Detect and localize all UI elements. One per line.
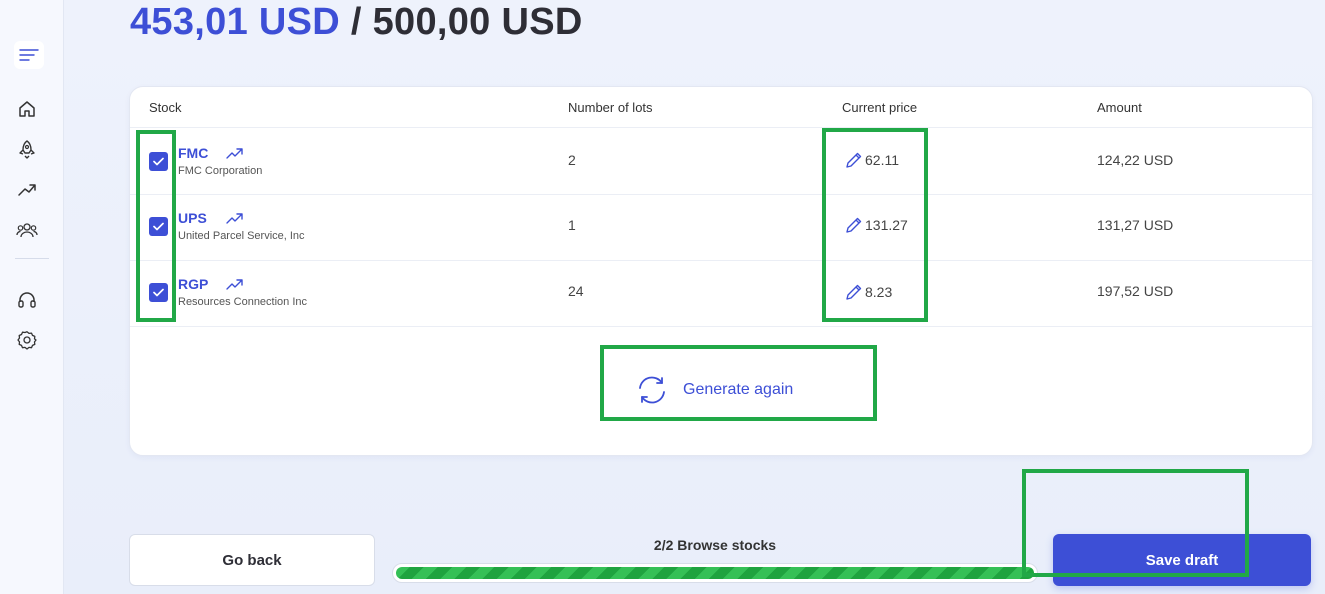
header-price: Current price <box>842 100 918 115</box>
price-editor[interactable]: 8.23 <box>844 282 892 302</box>
amount-value: 197,52 USD <box>1097 283 1174 299</box>
header-stock: Stock <box>149 100 182 115</box>
progress-bar <box>392 563 1038 583</box>
company-name: Resources Connection Inc <box>178 296 308 308</box>
rocket-icon[interactable] <box>15 137 39 161</box>
lots-value: 1 <box>568 217 576 233</box>
header-amount: Amount <box>1097 100 1142 115</box>
row-checkbox[interactable] <box>149 283 168 302</box>
headset-icon[interactable] <box>15 288 39 312</box>
generate-again-button[interactable]: Generate again <box>635 376 815 404</box>
progress-fill <box>396 567 1034 579</box>
trending-up-icon <box>226 146 244 164</box>
budget-separator: / <box>350 1 362 43</box>
budget-total: 500,00 USD <box>372 1 583 43</box>
row-checkbox[interactable] <box>149 217 168 236</box>
budget-summary: 453,01 USD / 500,00 USD <box>130 0 583 44</box>
lots-value: 2 <box>568 152 576 168</box>
progress-label: 2/2 Browse stocks <box>653 537 777 553</box>
stocks-table-card: Stock Number of lots Current price Amoun… <box>129 86 1313 456</box>
menu-icon[interactable] <box>14 41 44 69</box>
sidebar-divider <box>15 258 49 259</box>
trending-up-icon[interactable] <box>15 177 39 201</box>
go-back-button[interactable]: Go back <box>129 534 375 586</box>
amount-value: 131,27 USD <box>1097 217 1174 233</box>
pencil-icon <box>846 152 862 168</box>
table-row: RGP Resources Connection Inc 24 8.23 197… <box>130 260 1312 327</box>
header-lots: Number of lots <box>568 100 653 115</box>
settings-icon[interactable] <box>15 328 39 352</box>
generate-again-label[interactable]: Generate again <box>683 381 793 399</box>
price-value[interactable]: 8.23 <box>865 284 892 300</box>
price-editor[interactable]: 131.27 <box>844 215 908 235</box>
budget-spent: 453,01 USD <box>130 1 341 43</box>
price-value[interactable]: 62.11 <box>865 152 899 168</box>
lots-value: 24 <box>568 283 584 299</box>
price-editor[interactable]: 62.11 <box>844 150 899 170</box>
pencil-icon <box>846 284 862 300</box>
stock-ticker[interactable]: RGP <box>178 276 208 292</box>
trending-up-icon <box>226 277 244 295</box>
amount-value: 124,22 USD <box>1097 152 1174 168</box>
pencil-icon <box>846 217 862 233</box>
price-value[interactable]: 131.27 <box>865 217 908 233</box>
row-checkbox[interactable] <box>149 152 168 171</box>
refresh-icon <box>639 376 665 404</box>
home-icon[interactable] <box>15 97 39 121</box>
stock-ticker[interactable]: FMC <box>178 145 208 161</box>
table-row: FMC FMC Corporation 2 62.11 124,22 USD <box>130 127 1312 195</box>
company-name: FMC Corporation <box>178 165 263 177</box>
table-row: UPS United Parcel Service, Inc 1 131.27 … <box>130 194 1312 261</box>
trending-up-icon <box>226 211 244 229</box>
save-draft-button[interactable]: Save draft <box>1053 534 1311 586</box>
users-icon[interactable] <box>15 218 39 242</box>
sidebar <box>0 0 64 594</box>
stock-ticker[interactable]: UPS <box>178 210 207 226</box>
company-name: United Parcel Service, Inc <box>178 230 305 242</box>
